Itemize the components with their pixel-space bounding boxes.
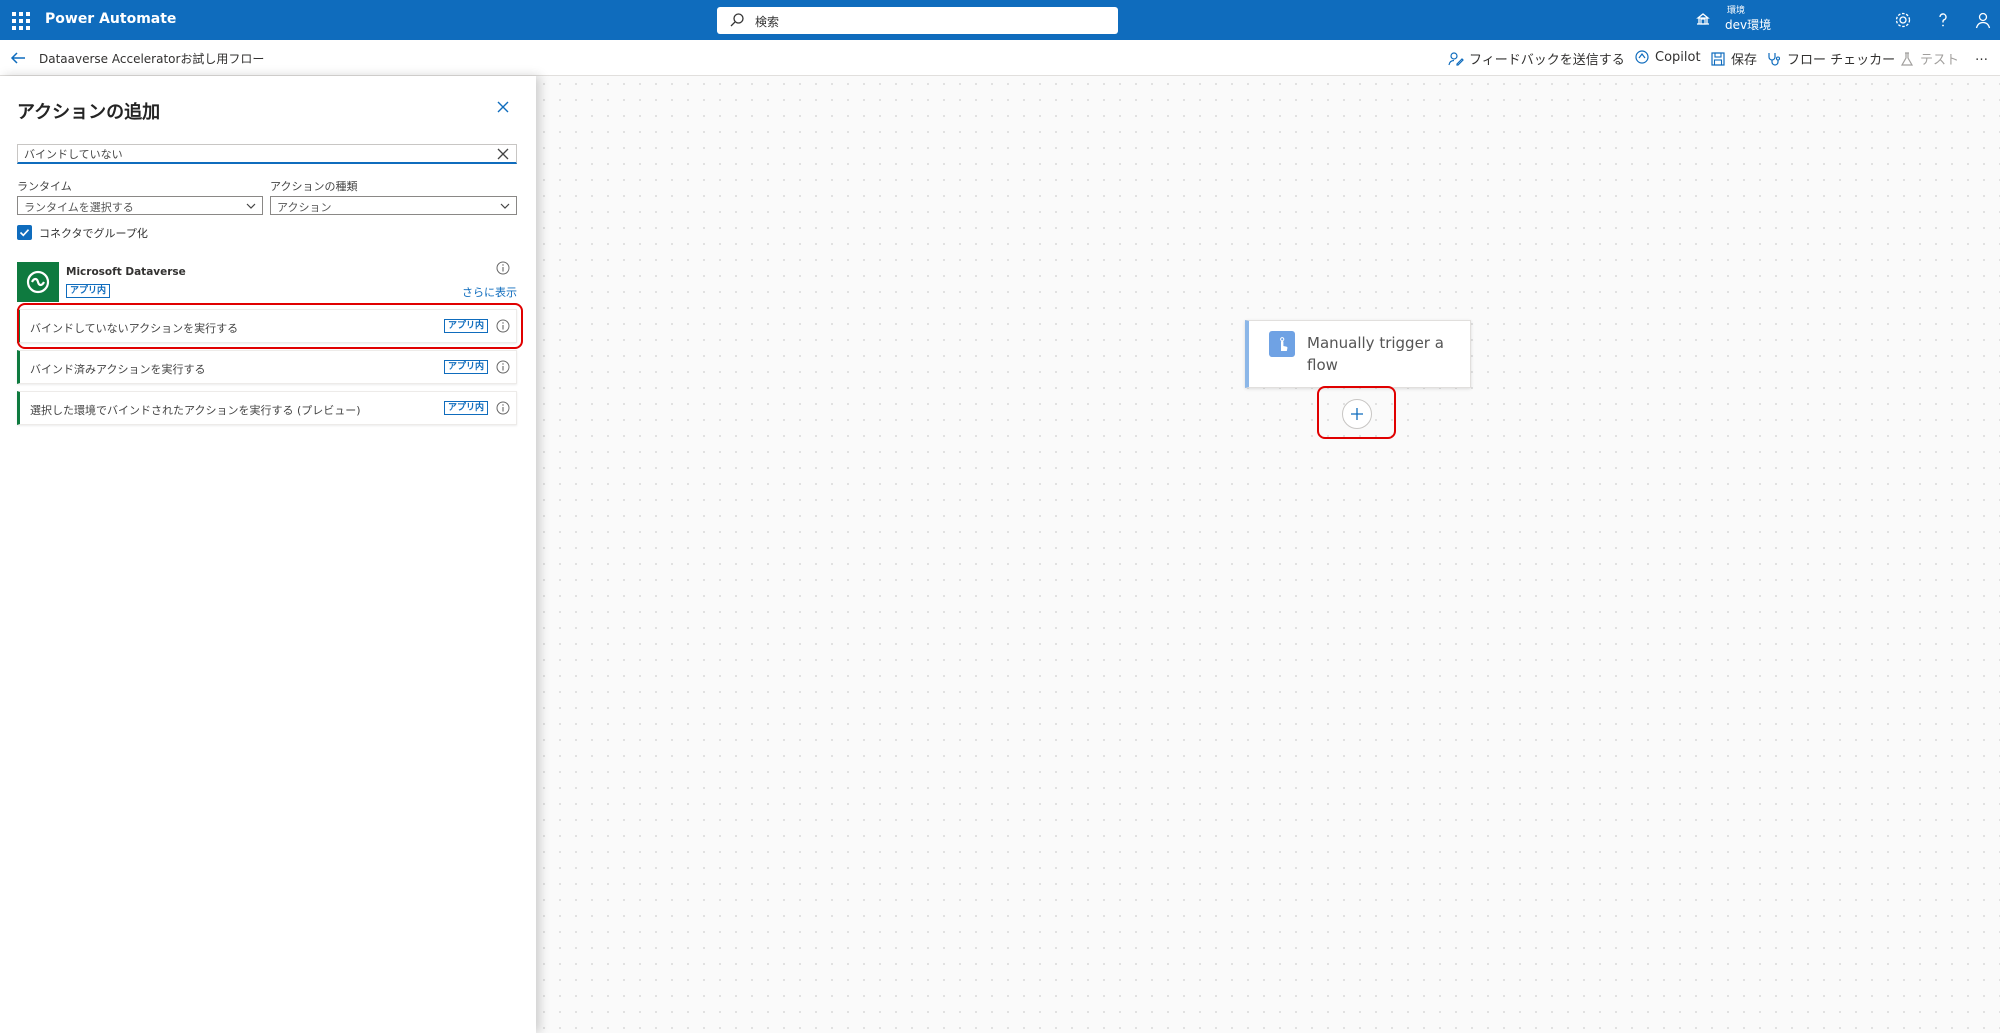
touch-trigger-icon: [1269, 331, 1295, 357]
action-name: バインドしていないアクションを実行する: [30, 322, 239, 335]
save-icon: [1711, 51, 1725, 66]
feedback-button[interactable]: フィードバックを送信する: [1448, 49, 1625, 68]
command-bar: Dataaverse Acceleratorお試し用フロー フィードバックを送信…: [0, 40, 2000, 76]
dataverse-logo-icon: [17, 262, 59, 302]
action-badge: アプリ内: [444, 319, 489, 333]
info-icon[interactable]: [496, 261, 510, 275]
clear-search-icon[interactable]: [496, 147, 510, 161]
chevron-down-icon: [500, 203, 510, 209]
top-bar: Power Automate 検索 環境 dev環境: [0, 0, 2000, 40]
test-button[interactable]: テスト: [1899, 49, 1959, 68]
more-options-label: …: [1975, 49, 1988, 64]
copilot-button[interactable]: Copilot: [1634, 49, 1701, 65]
search-icon: [730, 13, 744, 27]
copilot-label: Copilot: [1655, 49, 1701, 65]
action-type-label: アクションの種類: [270, 180, 358, 193]
feedback-icon: [1448, 51, 1464, 66]
back-arrow-icon[interactable]: [8, 48, 28, 68]
global-search-box[interactable]: 検索: [717, 7, 1118, 34]
panel-title: アクションの追加: [17, 102, 161, 123]
app-name[interactable]: Power Automate: [45, 11, 176, 27]
add-action-panel: アクションの追加 ランタイム ランタイムを選択する アクションの種類 アクション…: [0, 76, 536, 1033]
action-item[interactable]: バインド済みアクションを実行する アプリ内: [17, 350, 517, 384]
feedback-label: フィードバックを送信する: [1469, 53, 1625, 68]
action-type-value: アクション: [277, 201, 332, 214]
plus-icon: [1351, 408, 1363, 420]
action-type-dropdown[interactable]: アクション: [270, 196, 517, 215]
info-icon[interactable]: [496, 401, 510, 415]
gear-icon[interactable]: [1893, 10, 1913, 30]
trigger-name: Manually trigger a flow: [1307, 334, 1444, 374]
runtime-label: ランタイム: [17, 180, 72, 193]
info-icon[interactable]: [496, 319, 510, 333]
copilot-icon: [1635, 50, 1649, 64]
connector-badge: アプリ内: [66, 284, 111, 298]
save-button[interactable]: 保存: [1710, 49, 1757, 68]
action-item[interactable]: バインドしていないアクションを実行する アプリ内: [17, 309, 517, 343]
flow-checker-label: フロー チェッカー: [1787, 53, 1896, 68]
environment-icon[interactable]: [1694, 10, 1712, 28]
action-name: バインド済みアクションを実行する: [30, 363, 206, 376]
see-more-link[interactable]: さらに表示: [462, 284, 517, 300]
chevron-down-icon: [246, 203, 256, 209]
account-icon[interactable]: [1973, 10, 1993, 30]
action-search-input[interactable]: [24, 146, 484, 162]
group-by-connector-checkbox[interactable]: [17, 225, 32, 240]
flow-name: Dataaverse Acceleratorお試し用フロー: [39, 52, 265, 66]
app-launcher-icon[interactable]: [10, 10, 30, 30]
runtime-dropdown[interactable]: ランタイムを選択する: [17, 196, 263, 215]
close-icon[interactable]: [494, 98, 512, 116]
flow-canvas[interactable]: [536, 76, 2000, 1033]
info-icon[interactable]: [496, 360, 510, 374]
connector-name[interactable]: Microsoft Dataverse: [66, 266, 186, 278]
test-label: テスト: [1920, 53, 1960, 68]
add-step-button[interactable]: [1342, 399, 1372, 429]
action-search-field[interactable]: [17, 144, 517, 164]
action-name: 選択した環境でバインドされたアクションを実行する (プレビュー): [30, 404, 361, 417]
runtime-value: ランタイムを選択する: [24, 201, 134, 214]
stethoscope-icon: [1768, 52, 1781, 66]
environment-label: 環境: [1727, 6, 1746, 16]
environment-name[interactable]: dev環境: [1725, 16, 1771, 33]
action-badge: アプリ内: [444, 401, 489, 415]
checkmark-icon: [19, 229, 30, 237]
flask-icon: [1900, 51, 1914, 66]
more-options-button[interactable]: …: [1975, 49, 1988, 64]
save-label: 保存: [1731, 53, 1758, 68]
search-placeholder: 検索: [755, 15, 780, 29]
group-by-connector-label: コネクタでグループ化: [39, 227, 148, 240]
flow-checker-button[interactable]: フロー チェッカー: [1766, 49, 1895, 68]
trigger-card[interactable]: Manually trigger a flow: [1245, 320, 1471, 388]
action-badge: アプリ内: [444, 360, 489, 374]
action-item[interactable]: 選択した環境でバインドされたアクションを実行する (プレビュー) アプリ内: [17, 391, 517, 425]
help-icon[interactable]: [1933, 10, 1953, 30]
